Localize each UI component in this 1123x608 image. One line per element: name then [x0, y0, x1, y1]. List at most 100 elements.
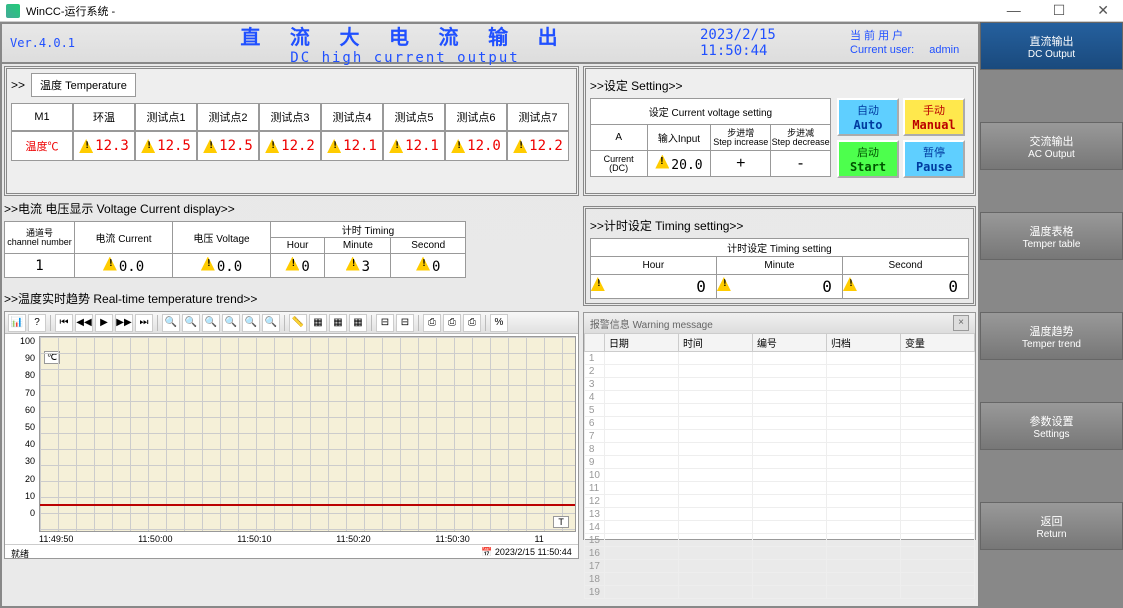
- table-row[interactable]: 9: [584, 456, 974, 469]
- temp-value: 12.1: [321, 131, 383, 161]
- second-value: 0: [391, 254, 466, 278]
- zoom-icon[interactable]: 🔍: [222, 314, 240, 332]
- trend-chart: 📊 ? ⏮ ◀◀ ▶ ▶▶ ⏭ 🔍 🔍 🔍 🔍 🔍 🔍 📏: [4, 311, 579, 559]
- chart-datetime: 2023/2/15 11:50:44: [495, 547, 572, 557]
- close-button[interactable]: ✕: [1089, 2, 1117, 19]
- manual-button[interactable]: 手动Manual: [903, 98, 965, 136]
- warning-title: 报警信息 Warning message: [590, 316, 713, 331]
- voltage-current-label: >>电流 电压显示 Voltage Current display>>: [4, 200, 579, 217]
- toolbar-btn[interactable]: ⊟: [376, 314, 394, 332]
- table-row[interactable]: 4: [584, 391, 974, 404]
- temp-value: 12.3: [73, 131, 135, 161]
- auto-button[interactable]: 自动Auto: [837, 98, 899, 136]
- step-decrease-button[interactable]: -: [771, 151, 831, 177]
- table-row[interactable]: 14: [584, 521, 974, 534]
- table-row[interactable]: 3: [584, 378, 974, 391]
- start-button[interactable]: 启动Start: [837, 140, 899, 178]
- tab-temperature[interactable]: 温度 Temperature: [31, 73, 136, 97]
- ruler-icon[interactable]: 📏: [289, 314, 307, 332]
- current-user-label-en: Current user:: [850, 44, 914, 56]
- toolbar-btn[interactable]: ?: [28, 314, 46, 332]
- current-input[interactable]: 20.0: [647, 151, 711, 177]
- nav-settings[interactable]: 参数设置Settings: [980, 402, 1123, 450]
- page-title-cn: 直 流 大 电 流 输 出: [110, 21, 700, 50]
- close-icon[interactable]: ×: [953, 315, 969, 331]
- last-icon[interactable]: ⏭: [135, 314, 153, 332]
- zoom-out-icon[interactable]: 🔍: [182, 314, 200, 332]
- trend-label: >>温度实时趋势 Real-time temperature trend>>: [4, 290, 579, 307]
- warning-icon: [79, 139, 93, 153]
- chart-plot[interactable]: ℃ T: [39, 336, 576, 532]
- table-row[interactable]: 10: [584, 469, 974, 482]
- timing-hour[interactable]: 0: [590, 275, 716, 299]
- toolbar-btn[interactable]: ⎙: [443, 314, 461, 332]
- nav-dc-output[interactable]: 直流输出DC Output: [980, 22, 1123, 70]
- nav-temper-trend[interactable]: 温度趋势Temper trend: [980, 312, 1123, 360]
- percent-icon[interactable]: %: [490, 314, 508, 332]
- window-title: WinCC-运行系统 -: [26, 3, 115, 19]
- table-row[interactable]: 13: [584, 508, 974, 521]
- table-row[interactable]: 19: [584, 586, 974, 599]
- table-row[interactable]: 8: [584, 443, 974, 456]
- timing-second[interactable]: 0: [842, 275, 968, 299]
- zoom-icon[interactable]: 🔍: [242, 314, 260, 332]
- nav-return[interactable]: 返回Return: [980, 502, 1123, 550]
- table-row[interactable]: 5: [584, 404, 974, 417]
- app-icon: [6, 4, 20, 18]
- temp-value: 12.2: [259, 131, 321, 161]
- nav-temper-table[interactable]: 温度表格Temper table: [980, 212, 1123, 260]
- table-row[interactable]: 7: [584, 430, 974, 443]
- step-increase-button[interactable]: +: [711, 151, 771, 177]
- table-row[interactable]: 11: [584, 482, 974, 495]
- app-header: Ver.4.0.1 直 流 大 电 流 输 出 DC high current …: [2, 24, 978, 64]
- timing-label: >>计时设定 Timing setting>>: [590, 217, 969, 234]
- table-row[interactable]: 2: [584, 365, 974, 378]
- pause-button[interactable]: 暂停Pause: [903, 140, 965, 178]
- play-icon[interactable]: ▶: [95, 314, 113, 332]
- setting-panel: >>设定 Setting>> 设定 Current voltage settin…: [583, 66, 976, 196]
- hour-value: 0: [271, 254, 325, 278]
- toolbar-btn[interactable]: ⎙: [463, 314, 481, 332]
- chart-status: 就绪: [11, 547, 29, 560]
- toolbar-btn[interactable]: ⊟: [396, 314, 414, 332]
- zoom-icon[interactable]: 🔍: [262, 314, 280, 332]
- warning-icon: [141, 139, 155, 153]
- temp-col-header: 测试点5: [383, 103, 445, 131]
- warning-icon: [201, 257, 215, 271]
- first-icon[interactable]: ⏮: [55, 314, 73, 332]
- table-row[interactable]: 18: [584, 573, 974, 586]
- temp-col-header: 测试点4: [321, 103, 383, 131]
- warning-icon: [103, 257, 117, 271]
- warning-icon: [285, 257, 299, 271]
- warning-table[interactable]: 日期时间编号归档变量 12345678910111213141516171819: [584, 333, 975, 599]
- toolbar-btn[interactable]: ▦: [309, 314, 327, 332]
- table-row[interactable]: 6: [584, 417, 974, 430]
- table-row[interactable]: 15: [584, 534, 974, 547]
- timing-panel: >>计时设定 Timing setting>> 计时设定 Timing sett…: [583, 206, 976, 306]
- toolbar-btn[interactable]: ▦: [349, 314, 367, 332]
- maximize-button[interactable]: ☐: [1045, 2, 1074, 19]
- table-row[interactable]: 1: [584, 352, 974, 365]
- toolbar-btn[interactable]: ▦: [329, 314, 347, 332]
- temp-m1: M1: [11, 103, 73, 131]
- next-icon[interactable]: ▶▶: [115, 314, 133, 332]
- nav-sidebar: 直流输出DC Output 交流输出AC Output 温度表格Temper tab…: [980, 22, 1123, 608]
- chart-toolbar: 📊 ? ⏮ ◀◀ ▶ ▶▶ ⏭ 🔍 🔍 🔍 🔍 🔍 🔍 📏: [5, 312, 578, 334]
- warning-icon: [451, 139, 465, 153]
- table-row[interactable]: 17: [584, 560, 974, 573]
- zoom-in-icon[interactable]: 🔍: [162, 314, 180, 332]
- toolbar-btn[interactable]: ⎙: [423, 314, 441, 332]
- warning-icon: [843, 277, 857, 291]
- timing-minute[interactable]: 0: [716, 275, 842, 299]
- table-row[interactable]: 12: [584, 495, 974, 508]
- warning-icon: [346, 257, 360, 271]
- nav-ac-output[interactable]: 交流输出AC Output: [980, 122, 1123, 170]
- prev-icon[interactable]: ◀◀: [75, 314, 93, 332]
- warning-icon: [655, 155, 669, 169]
- zoom-icon[interactable]: 🔍: [202, 314, 220, 332]
- minimize-button[interactable]: —: [999, 2, 1029, 19]
- temp-col-header: 测试点2: [197, 103, 259, 131]
- temp-value: 12.5: [135, 131, 197, 161]
- toolbar-btn[interactable]: 📊: [8, 314, 26, 332]
- table-row[interactable]: 16: [584, 547, 974, 560]
